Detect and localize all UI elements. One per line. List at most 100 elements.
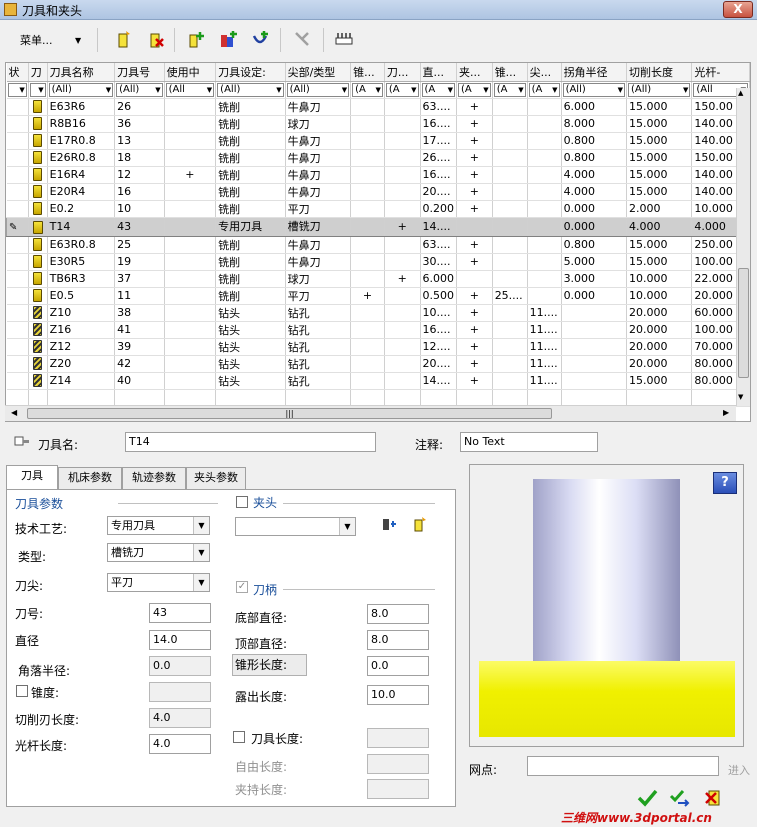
scroll-left-icon[interactable]: ◀ xyxy=(11,408,17,417)
diameter-input[interactable]: 14.0 xyxy=(149,630,211,650)
top-diameter-input[interactable]: 8.0 xyxy=(367,630,429,650)
filter-dropdown[interactable]: (A xyxy=(385,82,419,97)
table-row[interactable]: E26R0.8 18 铣削 牛鼻刀 26.... +0.800 15.000 150.00 xyxy=(6,149,750,167)
filter-dropdown[interactable]: (All xyxy=(165,82,215,97)
column-header[interactable]: 刀具号 xyxy=(114,63,165,82)
vertical-scrollbar[interactable]: ▲ ▼ xyxy=(736,88,750,406)
table-row[interactable]: E20R4 16 铣削 牛鼻刀 20.... +4.000 15.000 140.00 xyxy=(6,183,750,201)
note-input[interactable]: No Text xyxy=(460,432,598,452)
webpoint-input[interactable] xyxy=(527,756,719,776)
column-header[interactable]: 尖... xyxy=(527,63,562,82)
scroll-right-icon[interactable]: ▶ xyxy=(723,408,729,417)
bottom-diameter-input[interactable]: 8.0 xyxy=(367,604,429,624)
tool-table-icon[interactable] xyxy=(334,30,354,50)
taper-checkbox[interactable] xyxy=(16,685,28,697)
type-select[interactable]: 槽铣刀 ▼ xyxy=(107,543,210,562)
tool-number-input[interactable]: 43 xyxy=(149,603,211,623)
close-button[interactable]: X xyxy=(723,1,753,18)
horizontal-scroll-thumb[interactable]: ||| xyxy=(27,408,552,419)
column-header[interactable]: 刀具名称 xyxy=(47,63,116,82)
column-header[interactable]: 夹... xyxy=(456,63,493,82)
table-row[interactable]: Z12 39 钻头 钻孔 12.... +11.... 20.000 70.000 xyxy=(6,338,750,356)
holder-new-icon[interactable] xyxy=(411,516,429,534)
table-row[interactable]: E16R4 12 + 铣削 牛鼻刀 16.... +4.000 15.000 140.00 xyxy=(6,166,750,184)
new-tool-icon[interactable] xyxy=(113,30,133,50)
holder-checkbox[interactable] xyxy=(236,496,248,508)
cell-tip: 牛鼻刀 xyxy=(285,236,352,254)
tab-holder-params[interactable]: 夹头参数 xyxy=(186,467,246,489)
column-header[interactable]: 拐角半径 xyxy=(561,63,627,82)
column-header[interactable]: 锥... xyxy=(350,63,385,82)
table-row[interactable]: ✎ T14 43 专用刀具 槽铣刀 +14.... 0.000 4.000 4.000 xyxy=(6,216,750,237)
cancel-icon[interactable] xyxy=(703,788,725,811)
delete-tool-icon[interactable] xyxy=(146,30,166,50)
menu-button[interactable]: 菜单... ▼ xyxy=(20,32,86,50)
table-row[interactable]: E0.5 11 铣削 平刀 +0.500 +25.... 0.000 10.000 20.000 xyxy=(6,287,750,305)
table-row[interactable]: E17R0.8 13 铣削 牛鼻刀 17.... +0.800 15.000 140.00 xyxy=(6,132,750,150)
scroll-down-icon[interactable]: ▼ xyxy=(738,393,743,401)
column-header[interactable]: 尖部/类型 xyxy=(285,63,352,82)
table-row[interactable]: E63R0.8 25 铣削 牛鼻刀 63.... +0.800 15.000 250.00 xyxy=(6,236,750,254)
filter-dropdown[interactable]: (All) xyxy=(116,82,163,97)
column-header[interactable]: 刀... xyxy=(384,63,421,82)
column-header[interactable]: 刀 xyxy=(28,63,48,82)
table-row[interactable]: Z20 42 钻头 钻孔 20.... +11.... 20.000 80.000 xyxy=(6,355,750,373)
filter-dropdown[interactable]: (A xyxy=(421,82,456,97)
column-header[interactable]: 刀具设定: xyxy=(215,63,286,82)
disabled-tool-icon[interactable] xyxy=(292,30,312,50)
filter-dropdown[interactable]: (A xyxy=(528,82,560,97)
tool-name-input[interactable]: T14 xyxy=(125,432,376,452)
table-row[interactable]: E30R5 19 铣削 牛鼻刀 30.... +5.000 15.000 100.00 xyxy=(6,253,750,271)
add-shank-icon[interactable] xyxy=(250,30,270,50)
column-header[interactable]: 光杆- xyxy=(691,63,750,82)
taper-length-button[interactable]: 锥形长度: xyxy=(232,654,307,676)
tab-tool[interactable]: 刀具 xyxy=(6,465,58,490)
help-button[interactable]: ? xyxy=(713,472,737,494)
table-row[interactable]: Z16 41 钻头 钻孔 16.... +11.... 20.000 100.00 xyxy=(6,321,750,339)
vertical-scroll-thumb[interactable] xyxy=(738,268,749,378)
filter-dropdown[interactable]: (A xyxy=(458,82,491,97)
column-header[interactable]: 切削长度 xyxy=(626,63,693,82)
tip-select[interactable]: 平刀 ▼ xyxy=(107,573,210,592)
filter-dropdown[interactable]: (A xyxy=(352,82,383,97)
filter-dropdown[interactable]: (All) xyxy=(48,82,114,97)
filter-dropdown[interactable]: (All) xyxy=(627,82,691,97)
table-row[interactable]: Z10 38 钻头 钻孔 10.... +11.... 20.000 60.000 xyxy=(6,304,750,322)
shank-checkbox[interactable]: ✓ xyxy=(236,581,248,593)
empty-cell xyxy=(285,389,352,407)
holder-load-icon[interactable] xyxy=(380,516,398,534)
column-header[interactable]: 状 xyxy=(6,63,29,82)
enter-button[interactable]: 进入 xyxy=(728,762,750,778)
filter-dropdown[interactable] xyxy=(29,82,46,97)
holder-select[interactable]: ▼ xyxy=(235,517,356,536)
drill-tool-icon xyxy=(33,323,43,337)
table-row[interactable]: TB6R3 37 铣削 球刀 +6.000 3.000 10.000 22.000 xyxy=(6,270,750,288)
tab-path-params[interactable]: 轨迹参数 xyxy=(122,467,186,489)
add-holder-icon[interactable] xyxy=(218,30,238,50)
add-tool-icon[interactable] xyxy=(186,30,206,50)
filter-dropdown[interactable]: (All) xyxy=(286,82,350,97)
apply-icon[interactable] xyxy=(668,788,690,811)
filter-dropdown[interactable]: (A xyxy=(493,82,526,97)
exposed-length-input[interactable]: 10.0 xyxy=(367,685,429,705)
status-cell xyxy=(6,132,29,150)
table-row[interactable]: E63R6 26 铣削 牛鼻刀 63.... +6.000 15.000 150.00 xyxy=(6,98,750,116)
table-row[interactable]: Z14 40 钻头 钻孔 14.... +11.... 15.000 80.000 xyxy=(6,372,750,390)
tool-type-cell xyxy=(28,338,48,356)
process-select[interactable]: 专用刀具 ▼ xyxy=(107,516,210,535)
tool-length-checkbox[interactable] xyxy=(233,731,245,743)
column-header[interactable]: 使用中 xyxy=(164,63,217,82)
table-row[interactable]: R8B16 36 铣削 球刀 16.... +8.000 15.000 140.00 xyxy=(6,115,750,133)
table-row[interactable]: E0.2 10 铣削 平刀 0.200 +0.000 2.000 10.000 xyxy=(6,200,750,218)
tab-machine-params[interactable]: 机床参数 xyxy=(58,467,122,489)
taper-length-input[interactable]: 0.0 xyxy=(367,656,429,676)
column-header[interactable]: 锥... xyxy=(492,63,528,82)
ok-icon[interactable] xyxy=(636,788,658,811)
shank-length-input[interactable]: 4.0 xyxy=(149,734,211,754)
filter-dropdown[interactable]: (All) xyxy=(217,82,284,97)
scroll-up-icon[interactable]: ▲ xyxy=(738,89,743,97)
filter-dropdown[interactable]: (All) xyxy=(562,82,625,97)
column-header[interactable]: 直... xyxy=(420,63,458,82)
filter-dropdown[interactable] xyxy=(7,82,27,97)
horizontal-scrollbar[interactable]: ◀ ||| ▶ xyxy=(5,405,736,421)
